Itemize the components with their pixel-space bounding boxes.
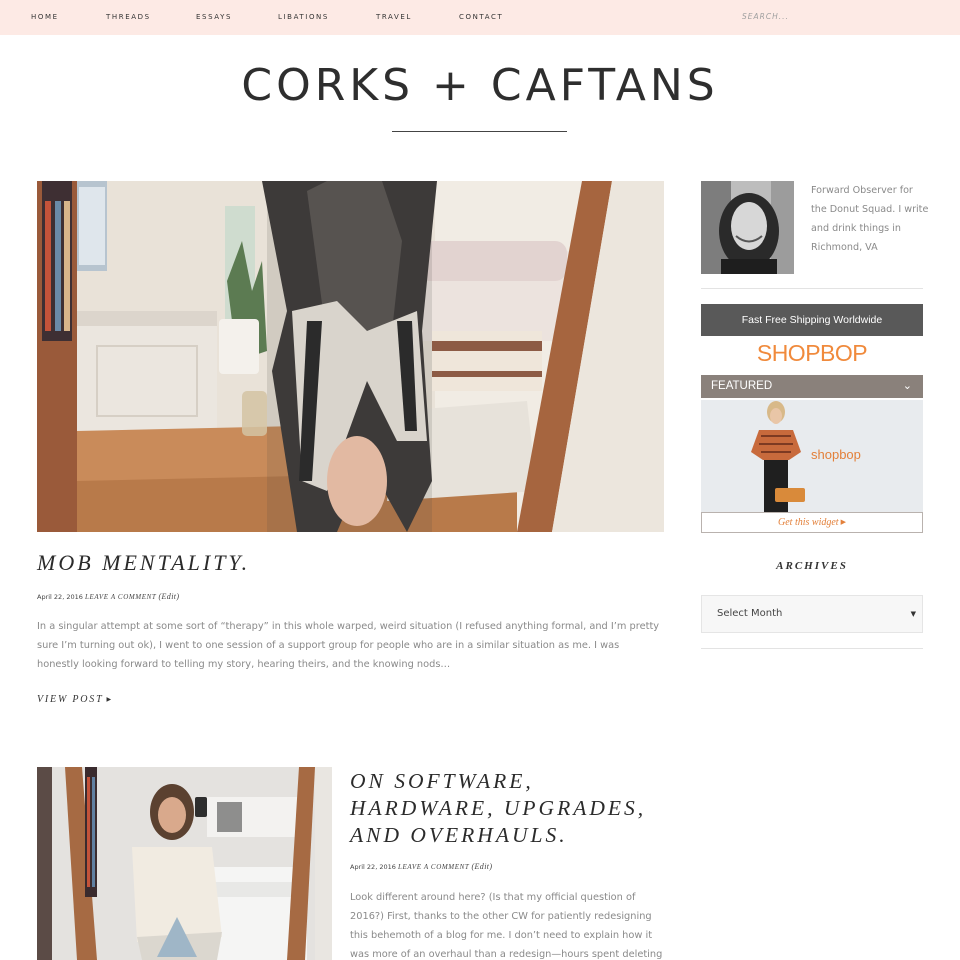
shopbop-logo[interactable]: SHOPBOP <box>701 340 923 367</box>
author-avatar <box>701 181 794 274</box>
archives-month-select[interactable]: Select Month ▼ <box>701 595 923 633</box>
shipping-banner[interactable]: Fast Free Shipping Worldwide <box>701 304 923 336</box>
post-2-title[interactable]: ON SOFTWARE, HARDWARE, UPGRADES, AND OVE… <box>350 768 664 849</box>
post-1-image[interactable] <box>37 181 664 532</box>
nav-travel[interactable]: TRAVEL <box>376 13 412 21</box>
post-2-image[interactable] <box>37 767 332 960</box>
post-1-comment-link[interactable]: Leave a comment <box>85 593 156 601</box>
title-divider <box>392 131 567 132</box>
get-widget-label: Get this widget <box>778 517 839 528</box>
view-post-link[interactable]: VIEW POST ▶ <box>37 694 113 705</box>
nav-essays[interactable]: ESSAYS <box>196 13 232 21</box>
post-2-date: April 22, 2016 <box>350 863 396 871</box>
nav-threads[interactable]: THREADS <box>106 13 151 21</box>
site-title[interactable]: CORKS + CAFTANS <box>0 60 960 111</box>
get-widget-link[interactable]: Get this widget ▶ <box>701 512 923 533</box>
triangle-right-icon: ▶ <box>840 518 846 526</box>
post-2-meta: April 22, 2016 Leave a comment (Edit) <box>350 862 493 871</box>
nav-libations[interactable]: LIBATIONS <box>278 13 329 21</box>
post-1-edit-link[interactable]: (Edit) <box>158 592 179 601</box>
triangle-right-icon: ▶ <box>106 697 113 703</box>
nav-contact[interactable]: CONTACT <box>459 13 503 21</box>
post-2-comment-link[interactable]: Leave a comment <box>398 863 469 871</box>
post-2-edit-link[interactable]: (Edit) <box>471 862 492 871</box>
view-post-label: VIEW POST <box>37 694 104 705</box>
post-1-meta: April 22, 2016 Leave a comment (Edit) <box>37 592 180 601</box>
sidebar-divider <box>701 288 923 289</box>
caret-down-icon: ▼ <box>910 610 916 618</box>
archives-heading: ARCHIVES <box>776 560 848 572</box>
featured-brand-text: shopbop <box>811 447 861 462</box>
featured-product-image[interactable]: shopbop <box>701 400 923 512</box>
post-1-excerpt: In a singular attempt at some sort of “t… <box>37 621 660 670</box>
chevron-down-icon: ⌄ <box>902 380 912 392</box>
nav-home[interactable]: HOME <box>31 13 59 21</box>
post-1-date: April 22, 2016 <box>37 593 83 601</box>
author-bio: Forward Observer for the Donut Squad. I … <box>811 185 929 253</box>
archives-select-value: Select Month <box>717 608 783 619</box>
search-input[interactable] <box>742 12 862 21</box>
featured-label: FEATURED <box>711 380 773 392</box>
post-2-excerpt: Look different around here? (Is that my … <box>350 892 663 960</box>
sidebar-divider-bottom <box>701 648 923 649</box>
featured-dropdown[interactable]: FEATURED ⌄ <box>701 375 923 398</box>
post-1-title[interactable]: MOB MENTALITY. <box>37 550 664 576</box>
top-navigation: HOME THREADS ESSAYS LIBATIONS TRAVEL CON… <box>0 0 960 35</box>
